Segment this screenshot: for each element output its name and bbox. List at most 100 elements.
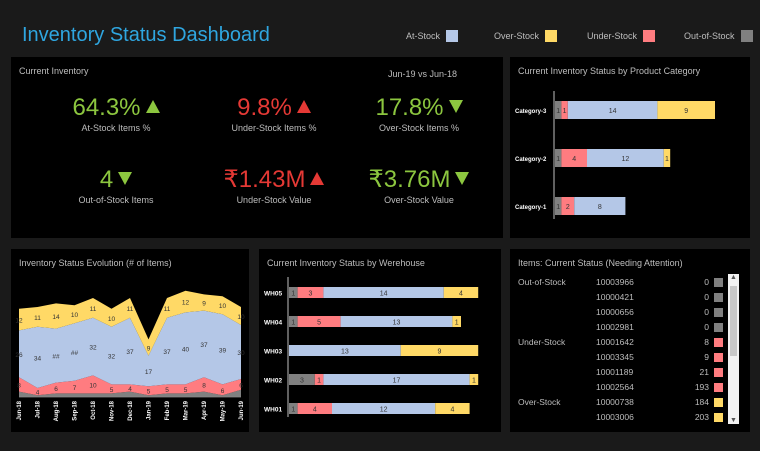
x-tick-label: Jun-19 bbox=[239, 400, 245, 420]
kpi-card: ₹3.76M Over-Stock Value bbox=[354, 167, 484, 205]
status-swatch bbox=[714, 413, 723, 422]
status-swatch bbox=[714, 278, 723, 287]
legend-swatch bbox=[740, 30, 753, 42]
bar-value-label: 3 bbox=[309, 291, 313, 298]
area-value-label: 8 bbox=[202, 382, 206, 389]
status-swatch bbox=[714, 368, 723, 377]
status-swatch bbox=[714, 338, 723, 347]
items-scrollbar[interactable]: ▲ ▼ bbox=[728, 274, 739, 424]
legend-item-out-of-stock: Out-of-Stock bbox=[684, 30, 753, 42]
arrow-down-icon bbox=[448, 100, 463, 113]
bar-value-label: 1 bbox=[291, 320, 295, 327]
status-swatch bbox=[714, 383, 723, 392]
kpi-card: 9.8% Under-Stock Items % bbox=[209, 95, 339, 134]
legend-label: Out-of-Stock bbox=[684, 31, 735, 41]
area-value-label: 32 bbox=[89, 345, 97, 352]
category-chart-panel: Current Inventory Status by Product Cate… bbox=[510, 57, 750, 238]
x-tick-label: Sep-18 bbox=[73, 400, 79, 420]
bar-value-label: 1 bbox=[455, 320, 459, 327]
status-group-label: Over-Stock bbox=[518, 397, 561, 407]
list-item[interactable]: 10003345 9 bbox=[518, 352, 723, 364]
x-tick-label: Jun-18 bbox=[17, 400, 23, 420]
list-item[interactable]: 10002981 0 bbox=[518, 322, 723, 334]
item-count: 0 bbox=[704, 292, 709, 302]
bar-value-label: 9 bbox=[438, 349, 442, 356]
item-id: 10000656 bbox=[596, 307, 634, 317]
list-item[interactable]: 10002564 193 bbox=[518, 382, 723, 394]
arrow-down-icon bbox=[118, 172, 133, 185]
x-tick-label: Feb-19 bbox=[165, 400, 171, 420]
bar-value-label: 1 bbox=[556, 204, 560, 211]
area-value-label: 11 bbox=[127, 306, 134, 313]
warehouse-chart: WH05 1 3 14 4WH04 1 5 13 1WH03 13 9WH02 3 1 17 1WH01 1 4… bbox=[264, 277, 479, 417]
x-tick-label: Jul-18 bbox=[36, 400, 42, 418]
category-chart: Category-3 1 1 14 9Category-2 1 4 12 1Category-1… bbox=[515, 91, 715, 219]
item-id: 10000738 bbox=[596, 397, 634, 407]
status-group-label: Under-Stock bbox=[518, 337, 566, 347]
area-value-label: 6 bbox=[54, 386, 58, 393]
category-label: WH04 bbox=[264, 320, 282, 327]
bar-value-label: 2 bbox=[566, 204, 570, 211]
evolution-chart: 8 4 6 7 10 5 4 5 5 5 8 6 6 26 34 ## ## 32 32 37 17 37 40 37 39 30… bbox=[15, 290, 245, 421]
kpi-card: 17.8% Over-Stock Items % bbox=[354, 95, 484, 133]
kpi-value: 9.8% bbox=[209, 95, 339, 121]
evolution-chart-panel: Inventory Status Evolution (# of Items) … bbox=[11, 249, 249, 432]
bar-value-label: 13 bbox=[393, 320, 401, 327]
area-value-label: 4 bbox=[36, 390, 40, 397]
bar-value-label: 12 bbox=[622, 156, 630, 163]
legend-item-over-stock: Over-Stock bbox=[494, 30, 558, 42]
item-id: 10001189 bbox=[596, 367, 634, 377]
area-value-label: 6 bbox=[239, 382, 243, 389]
area-value-label: 17 bbox=[145, 369, 153, 376]
status-swatch bbox=[714, 353, 723, 362]
status-swatch bbox=[714, 323, 723, 332]
area-value-label: 37 bbox=[163, 349, 171, 356]
arrow-up-icon bbox=[145, 100, 160, 113]
area-value-label: 30 bbox=[237, 350, 245, 357]
panel-title: Current Inventory bbox=[19, 66, 89, 76]
area-value-label: 9 bbox=[147, 346, 151, 353]
list-item[interactable]: Over-Stock 10000738 184 bbox=[518, 397, 723, 409]
kpi-label: Under-Stock Items % bbox=[231, 123, 317, 133]
page-title: Inventory Status Dashboard bbox=[22, 24, 270, 46]
area-value-label: 11 bbox=[34, 315, 41, 322]
scroll-up-icon[interactable]: ▲ bbox=[728, 274, 739, 281]
area-value-label: 37 bbox=[126, 349, 134, 356]
bar-value-label: 12 bbox=[380, 407, 388, 414]
status-swatch bbox=[714, 398, 723, 407]
area-value-label: ## bbox=[71, 350, 79, 357]
area-value-label: 34 bbox=[34, 355, 42, 362]
list-item[interactable]: 10000421 0 bbox=[518, 292, 723, 304]
panel-title: Items: Current Status (Needing Attention… bbox=[518, 258, 683, 268]
area-value-label: 32 bbox=[108, 354, 116, 361]
bar-value-label: 14 bbox=[609, 108, 617, 115]
scroll-thumb[interactable] bbox=[730, 286, 737, 356]
legend-label: At-Stock bbox=[406, 31, 441, 41]
area-value-label: 26 bbox=[15, 352, 23, 359]
area-value-label: 39 bbox=[219, 347, 227, 354]
bar-value-label: 4 bbox=[450, 407, 454, 414]
area-value-label: 6 bbox=[221, 388, 225, 395]
list-item[interactable]: 10001189 21 bbox=[518, 367, 723, 379]
list-item[interactable]: 10003006 203 bbox=[518, 412, 723, 424]
area-value-label: 11 bbox=[164, 306, 171, 313]
bar-value-label: 8 bbox=[598, 204, 602, 211]
bar-value-label: 14 bbox=[380, 291, 388, 298]
arrow-up-icon bbox=[310, 172, 325, 185]
area-value-label: 12 bbox=[15, 318, 23, 325]
x-tick-label: Oct-18 bbox=[91, 400, 97, 419]
scroll-down-icon[interactable]: ▼ bbox=[728, 417, 739, 424]
list-item[interactable]: 10000656 0 bbox=[518, 307, 723, 319]
x-tick-label: Jan-19 bbox=[147, 400, 153, 420]
area-value-label: 5 bbox=[147, 389, 151, 396]
item-count: 8 bbox=[704, 337, 709, 347]
status-group-label: Out-of-Stock bbox=[518, 277, 566, 287]
item-id: 10003345 bbox=[596, 352, 634, 362]
list-item[interactable]: Out-of-Stock 10003966 0 bbox=[518, 277, 723, 289]
legend-item-at-stock: At-Stock bbox=[406, 30, 459, 42]
area-value-label: 10 bbox=[219, 303, 227, 310]
list-item[interactable]: Under-Stock 10001642 8 bbox=[518, 337, 723, 349]
legend-label: Over-Stock bbox=[494, 31, 540, 41]
category-label: WH03 bbox=[264, 349, 282, 356]
legend-item-under-stock: Under-Stock bbox=[587, 30, 656, 42]
